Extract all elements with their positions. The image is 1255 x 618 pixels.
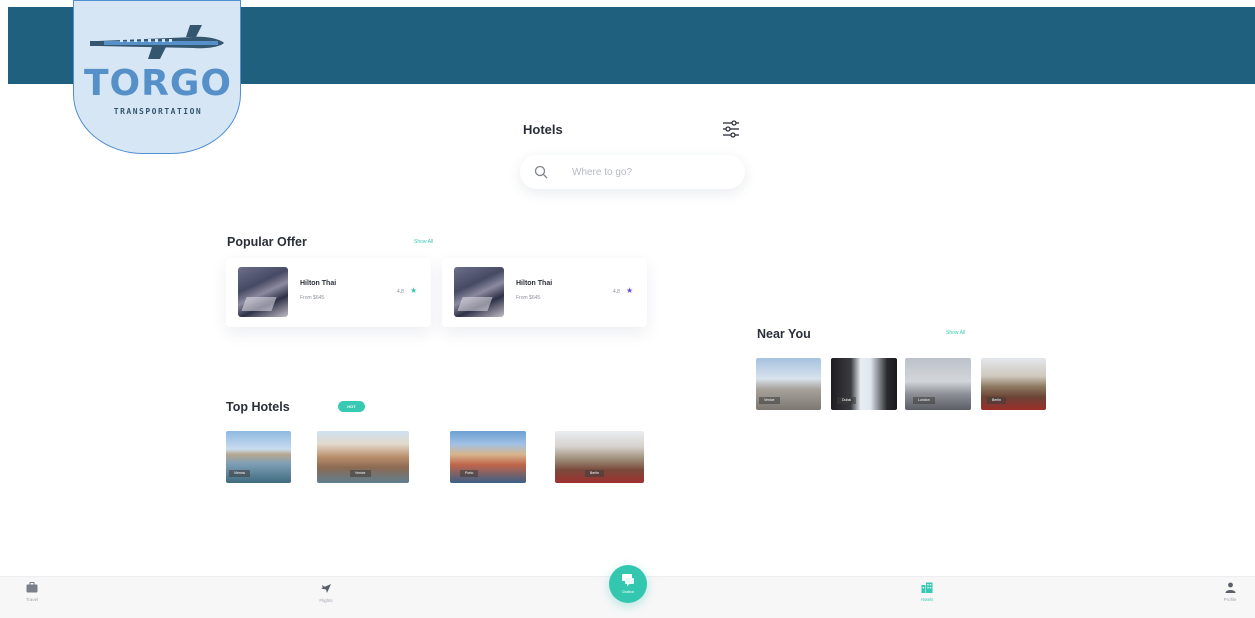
search-bar[interactable] <box>520 155 745 189</box>
app-screen: TORGO TRANSPORTATION Hotels Popular Offe… <box>0 0 1255 618</box>
brand-name: TORGO <box>83 63 233 104</box>
near-you-title: Near You <box>757 327 811 341</box>
near-you-photo-venice[interactable]: Venice <box>756 358 821 410</box>
nav-item-hotels[interactable]: Hotels <box>917 582 937 602</box>
brand-logo: TORGO TRANSPORTATION <box>73 0 241 154</box>
photo-label: Vienna <box>229 470 250 477</box>
photo-label: Porto <box>460 470 479 477</box>
nav-item-profile[interactable]: Profile <box>1218 582 1242 602</box>
nav-item-travel[interactable]: Travel <box>22 582 42 602</box>
sliders-icon[interactable] <box>722 119 740 139</box>
page-title: Hotels <box>523 122 563 137</box>
photo-label: Berlin <box>987 397 1006 404</box>
search-icon <box>534 165 548 179</box>
chatbot-label: Chatbot <box>621 590 635 594</box>
popular-offer-title: Popular Offer <box>227 235 307 249</box>
offer-rating: 4.8 <box>613 289 620 295</box>
near-you-show-all-link[interactable]: Show All <box>946 330 965 336</box>
star-icon: ★ <box>410 286 418 295</box>
nav-label: Profile <box>1223 597 1237 602</box>
near-you-photo-london[interactable]: London <box>905 358 971 410</box>
photo-label: Dubai <box>837 397 857 404</box>
photo-label: Berlin <box>585 470 604 477</box>
offer-card[interactable]: Hilton Thai From $645 4.8 ★ <box>442 258 647 327</box>
popular-offer-show-all-link[interactable]: Show All <box>414 239 433 245</box>
search-input[interactable] <box>572 166 722 178</box>
chatbot-button[interactable]: Chatbot <box>609 565 647 603</box>
hotel-image <box>454 267 504 317</box>
offer-price: From $645 <box>516 295 541 301</box>
offer-price: From $645 <box>300 295 325 301</box>
offer-hotel-name: Hilton Thai <box>300 280 337 287</box>
top-hotel-photo-venice[interactable]: Venice <box>317 431 409 483</box>
hot-badge: HOT <box>338 401 365 412</box>
top-hotel-photo-berlin[interactable]: Berlin <box>555 431 644 483</box>
top-hotels-title: Top Hotels <box>226 400 290 414</box>
near-you-photo-dubai[interactable]: Dubai <box>831 358 897 410</box>
airplane-icon <box>321 584 331 593</box>
photo-label: Venice <box>350 470 371 477</box>
hotel-image <box>238 267 288 317</box>
brand-tagline: TRANSPORTATION <box>113 107 203 116</box>
photo-label: London <box>913 397 935 404</box>
top-hotel-photo-porto[interactable]: Porto <box>450 431 526 483</box>
offer-hotel-name: Hilton Thai <box>516 280 553 287</box>
nav-label: Hotels <box>920 597 934 602</box>
building-icon <box>921 582 933 593</box>
near-you-photo-berlin[interactable]: Berlin <box>981 358 1046 410</box>
offer-rating: 4.8 <box>397 289 404 295</box>
nav-label: Flights <box>319 598 333 603</box>
airplane-logo-icon <box>90 25 224 59</box>
top-hotel-photo-vienna[interactable]: Vienna <box>226 431 291 483</box>
nav-label: Travel <box>25 597 39 602</box>
star-icon: ★ <box>626 286 634 295</box>
chat-icon <box>622 574 634 587</box>
user-icon <box>1225 582 1235 593</box>
nav-item-flights[interactable]: Flights <box>316 582 336 603</box>
photo-label: Venice <box>759 397 780 404</box>
offer-card[interactable]: Hilton Thai From $645 4.8 ★ <box>226 258 431 327</box>
briefcase-icon <box>26 582 38 593</box>
